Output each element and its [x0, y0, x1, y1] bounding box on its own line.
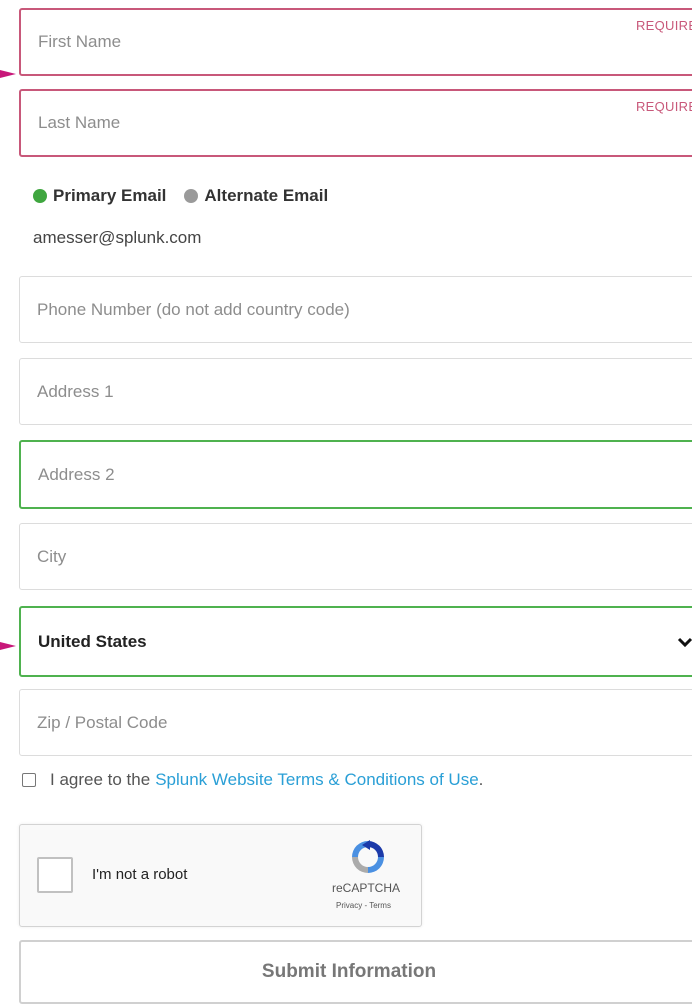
alternate-email-label[interactable]: Alternate Email: [204, 186, 328, 206]
primary-email-label[interactable]: Primary Email: [53, 186, 166, 206]
phone-placeholder: Phone Number (do not add country code): [37, 299, 350, 319]
email-value: amesser@splunk.com: [33, 228, 202, 247]
required-label: REQUIRED: [635, 99, 692, 114]
recaptcha-widget: I'm not a robot reCAPTCHA Privacy - Term…: [19, 824, 422, 927]
recaptcha-label: I'm not a robot: [92, 866, 188, 883]
recaptcha-logo-icon: [352, 840, 384, 873]
country-value: United States: [38, 631, 147, 651]
terms-suffix: .: [478, 770, 484, 789]
zip-placeholder: Zip / Postal Code: [37, 712, 168, 732]
address2-field[interactable]: Address 2: [19, 440, 692, 509]
alternate-email-radio[interactable]: [184, 189, 199, 203]
address2-placeholder: Address 2: [38, 464, 115, 484]
primary-email-radio[interactable]: [33, 189, 47, 203]
submit-button[interactable]: Submit Information: [19, 940, 692, 1004]
recaptcha-brand: reCAPTCHA: [332, 881, 401, 895]
recaptcha-privacy-terms[interactable]: Privacy - Terms: [336, 901, 391, 910]
last-name-field[interactable]: Last Name REQUIRED: [19, 89, 692, 157]
address1-placeholder: Address 1: [37, 381, 114, 401]
country-select[interactable]: United States: [19, 606, 692, 677]
recaptcha-checkbox[interactable]: [37, 857, 73, 893]
phone-field[interactable]: Phone Number (do not add country code): [19, 276, 692, 343]
email-type-selector: Primary Email Alternate Email: [33, 186, 328, 206]
last-name-placeholder: Last Name: [38, 113, 121, 132]
address1-field[interactable]: Address 1: [19, 358, 692, 425]
city-field[interactable]: City: [19, 523, 692, 590]
terms-link[interactable]: Splunk Website Terms & Conditions of Use: [155, 770, 478, 790]
terms-checkbox[interactable]: [22, 773, 36, 787]
zip-field[interactable]: Zip / Postal Code: [19, 689, 692, 756]
first-name-field[interactable]: First Name REQUIRED: [19, 8, 692, 76]
annotation-arrow-icon: [0, 70, 16, 78]
chevron-down-icon: [677, 637, 692, 647]
terms-prefix: I agree to the: [50, 770, 151, 789]
city-placeholder: City: [37, 546, 67, 566]
required-label: REQUIRED: [635, 18, 692, 33]
annotation-arrow-icon: [0, 642, 16, 650]
terms-agreement: I agree to the Splunk Website Terms & Co…: [22, 770, 483, 790]
first-name-placeholder: First Name: [38, 32, 122, 51]
